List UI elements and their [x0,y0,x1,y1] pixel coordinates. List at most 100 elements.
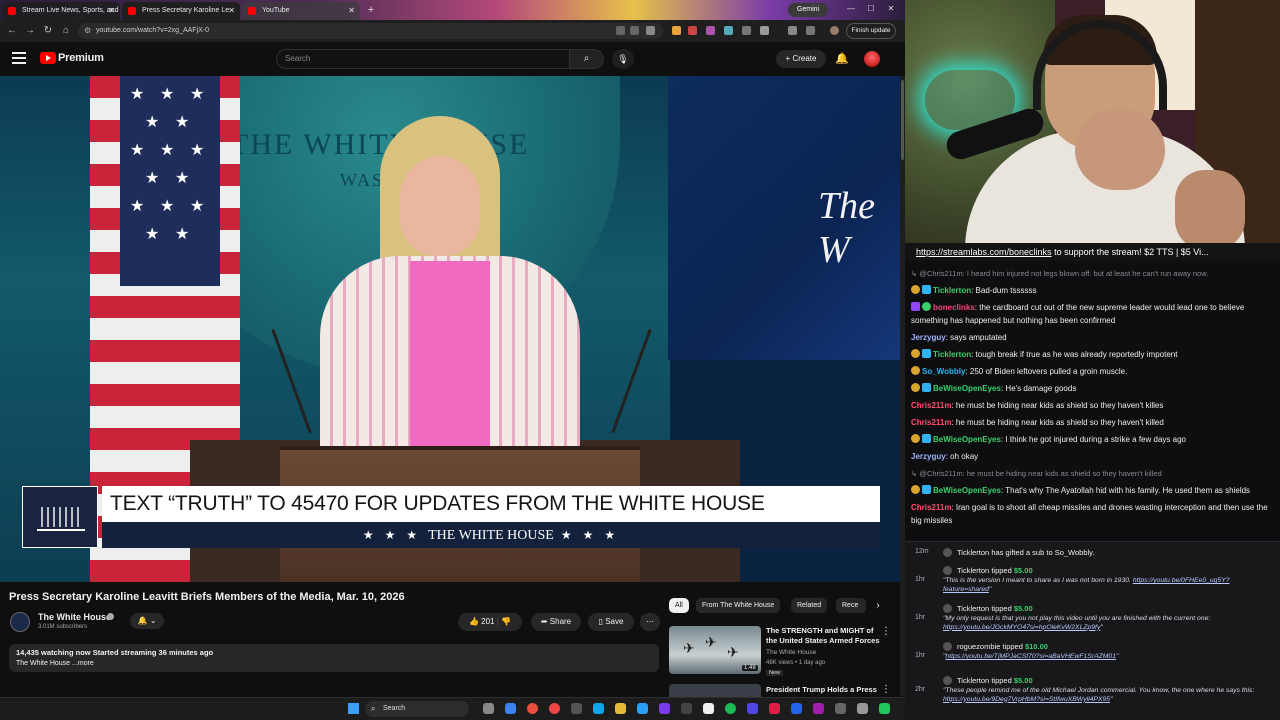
chat-username[interactable]: BeWiseOpenEyes [933,435,1001,444]
chat-username[interactable]: BeWiseOpenEyes [933,384,1001,393]
close-tab-icon[interactable]: ✕ [228,2,235,20]
chat-username[interactable]: boneclinks [933,303,975,312]
spotify-icon[interactable] [725,703,736,714]
channel-avatar[interactable] [10,612,30,632]
description-box[interactable]: 14,435 watching now Started streaming 36… [9,644,659,672]
forward-arrow-icon[interactable]: → [22,23,38,39]
app-icon[interactable] [835,703,846,714]
reload-icon[interactable]: ↻ [40,23,56,39]
close-tab-icon[interactable]: ✕ [348,2,355,20]
download-icon[interactable] [806,26,815,35]
app-icon[interactable] [681,703,692,714]
app-icon[interactable] [813,703,824,714]
chat-username[interactable]: Chris211m [911,418,951,427]
kebab-menu-icon[interactable]: ⋮ [881,626,891,637]
browser-tab-stream-live[interactable]: Stream Live News, Sports, and ✕ [2,2,120,20]
file-explorer-icon[interactable] [615,703,626,714]
related-video-title[interactable]: The STRENGTH and MIGHT of the United Sta… [766,626,881,646]
tip-link[interactable]: https://youtu.be/9Deg7VrpHbM?si=StIfwuXB… [943,696,1110,703]
event-username[interactable]: Ticklerton [957,566,989,575]
chip-all[interactable]: All [669,598,689,613]
browser-tab-press-secretary[interactable]: Press Secretary Karoline Le ✕ [122,2,240,20]
chat-username[interactable]: Chris211m [911,503,951,512]
tip-link[interactable]: https://youtu.be/TjMPJaCSf70?si=aBaVHEwF… [945,653,1116,660]
chip-recent[interactable]: Rece [836,598,866,613]
edge-browser-icon[interactable] [505,703,516,714]
extension-icon[interactable] [688,26,697,35]
youtube-premium-logo[interactable]: Premium [58,52,104,64]
search-icon[interactable]: ⌕ [570,49,604,69]
chat-username[interactable]: Ticklerton [933,350,971,359]
bookmark-star-icon[interactable] [646,26,655,35]
chrome-icon[interactable] [527,703,538,714]
tip-link[interactable]: https://youtu.be/JGckMYO47si=hpOleKvW2XL… [943,624,1100,631]
notifications-bell-icon[interactable]: 🔔 [834,50,850,68]
gift-recipient[interactable]: So_Wobbly [1055,548,1093,557]
video-player[interactable]: THE WHITE HOUSE WASHINGTON The W ★ ★ ★ ★… [0,76,900,582]
close-window-icon[interactable]: ✕ [882,2,900,16]
back-arrow-icon[interactable]: ← [4,23,20,39]
chat-username[interactable]: So_Wobbly [922,367,965,376]
app-icon[interactable] [637,703,648,714]
taskbar-search[interactable]: ⌕ Search [365,701,469,717]
close-tab-icon[interactable]: ✕ [108,2,115,20]
minimize-icon[interactable]: — [842,2,860,16]
event-username[interactable]: roguezombie [957,642,1000,651]
zoom-icon[interactable] [616,26,625,35]
chip-from-white-house[interactable]: From The White House [696,598,781,613]
site-info-icon[interactable]: ⚙ [84,23,91,39]
chat-username[interactable]: Jerzyguy [911,452,946,461]
create-button[interactable]: + Create [776,50,826,68]
search-input[interactable]: Search [276,49,570,69]
extension-icon[interactable] [742,26,751,35]
chip-related[interactable]: Related [791,598,828,613]
microphone-icon[interactable]: 🎙 [612,49,634,69]
extension-icon[interactable] [706,26,715,35]
chat-username[interactable]: Chris211m [911,401,951,410]
page-scrollbar-thumb[interactable] [901,80,904,160]
account-avatar[interactable] [864,51,880,67]
obs-icon[interactable] [703,703,714,714]
event-username[interactable]: Ticklerton [957,604,989,613]
finish-update-button[interactable]: Finish update [846,23,896,39]
task-view-icon[interactable] [483,703,494,714]
extension-icon[interactable] [672,26,681,35]
cast-icon[interactable] [630,26,639,35]
app-icon[interactable] [593,703,604,714]
app-icon[interactable] [571,703,582,714]
browser-tab-youtube[interactable]: YouTube ✕ [242,2,360,20]
chat-username[interactable]: Ticklerton [933,286,971,295]
chat-username[interactable]: Jerzyguy [911,333,946,342]
home-icon[interactable]: ⌂ [58,23,74,39]
app-icon[interactable] [659,703,670,714]
chrome-profile-icon[interactable] [549,703,560,714]
like-button[interactable]: 👍 201 [469,617,495,626]
app-icon[interactable] [769,703,780,714]
app-icon[interactable] [791,703,802,714]
maximize-icon[interactable]: ☐ [862,2,880,16]
subscription-bell-dropdown[interactable]: 🔔 ⌄ [130,613,164,629]
related-video-channel[interactable]: The White House [766,649,816,656]
tip-link[interactable]: https://youtu.be/0FHEe0_ug5Y?feature=sha… [943,577,1230,593]
address-bar[interactable]: ⚙ youtube.com/watch?v=2xg_AAFjX-0 [78,23,663,39]
streamlabs-link[interactable]: https://streamlabs.com/boneclinks [916,247,1052,257]
chat-username[interactable]: BeWiseOpenEyes [933,486,1001,495]
sidebar-icon[interactable] [788,26,797,35]
hamburger-menu-icon[interactable] [12,52,26,64]
save-button[interactable]: ▯ Save [588,613,634,631]
channel-name[interactable]: The White House [38,612,111,622]
share-button[interactable]: ➦ Share [531,613,581,631]
windows-start-icon[interactable] [348,703,359,714]
event-username[interactable]: Ticklerton [957,548,989,557]
extension-icon[interactable] [724,26,733,35]
app-icon[interactable] [879,703,890,714]
new-tab-plus-icon[interactable]: + [364,3,378,17]
kebab-menu-icon[interactable]: ⋮ [881,684,891,695]
app-icon[interactable] [747,703,758,714]
dislike-button[interactable]: 👎 [501,617,511,626]
extensions-puzzle-icon[interactable] [760,26,769,35]
related-video-title[interactable]: President Trump Holds a Press [766,685,877,694]
profile-avatar[interactable] [830,26,839,35]
more-actions-icon[interactable]: ⋯ [640,613,660,631]
app-icon[interactable] [857,703,868,714]
